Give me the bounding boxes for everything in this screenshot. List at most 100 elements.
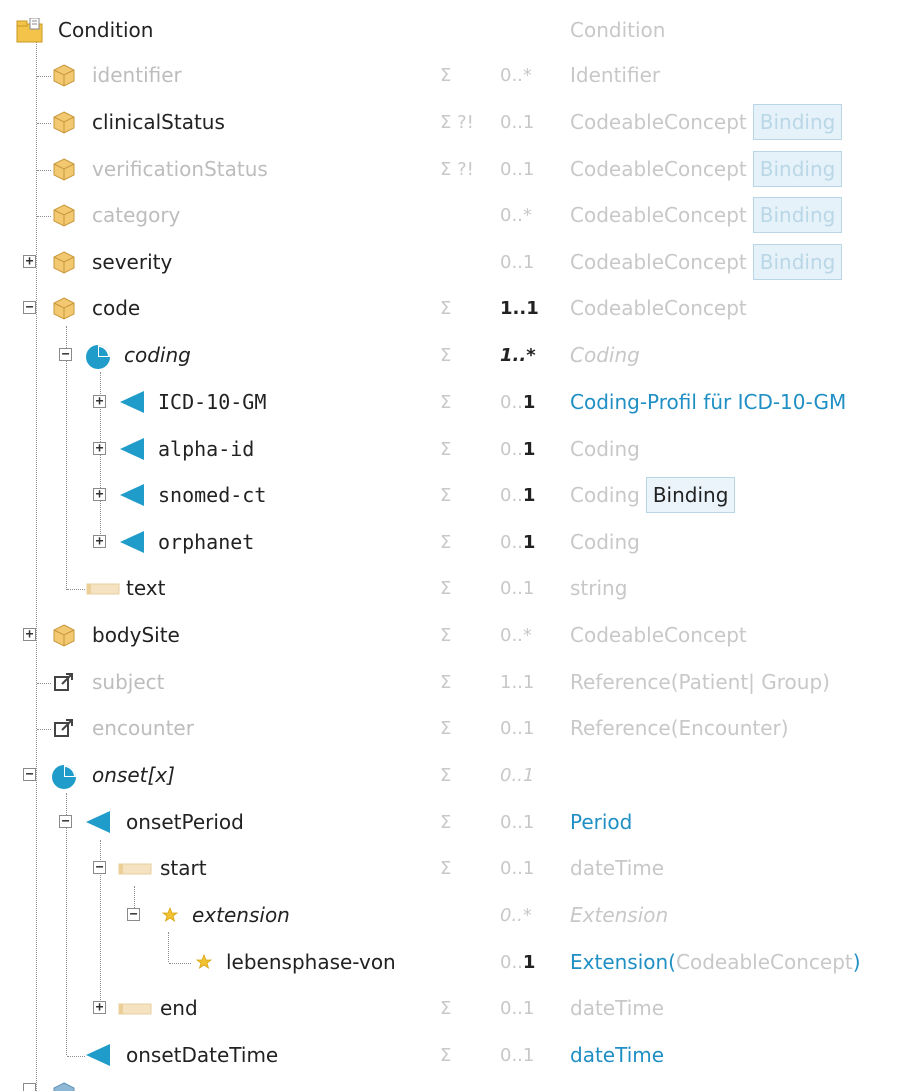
element-cardinality: 0..1 [500, 519, 562, 566]
element-type: CodeableConcept [570, 296, 747, 320]
tree-row-onset[interactable]: − onset[x] Σ 0..1 [0, 752, 910, 799]
slice-item-icon [84, 1043, 110, 1067]
element-type: Condition [570, 18, 666, 42]
type-label: CodeableConcept [570, 110, 747, 134]
element-type-link[interactable]: Coding-Profil für ICD-10-GM [570, 379, 846, 426]
element-flags: Σ ?! [440, 112, 474, 133]
element-flags: Σ [440, 439, 452, 460]
binding-button[interactable]: Binding [752, 243, 843, 280]
tree-row-bodysite[interactable]: + bodySite Σ 0..* CodeableConcept [0, 612, 910, 659]
tree-row-encounter[interactable]: encounter Σ 0..1 Reference(Encounter) [0, 705, 910, 752]
element-cardinality: 0..1 [500, 472, 562, 519]
cardinality-max: 1 [522, 532, 536, 553]
element-flags: Σ [440, 1045, 452, 1066]
element-name: text [126, 576, 166, 600]
tree-row-coding[interactable]: − coding Σ 1..* Coding [0, 332, 910, 379]
collapse-toggle[interactable]: − [59, 348, 72, 361]
extension-icon [158, 903, 182, 927]
element-type-link[interactable]: Period [570, 799, 632, 846]
expand-toggle[interactable]: + [23, 255, 36, 268]
expand-toggle[interactable]: + [23, 628, 36, 641]
element-name: severity [92, 250, 173, 274]
tree-row-end[interactable]: + end Σ 0..1 dateTime [0, 985, 910, 1032]
element-type: Extension [570, 903, 669, 927]
primitive-icon [118, 856, 152, 880]
element-type: Reference(Encounter) [570, 716, 789, 740]
element-name: onsetPeriod [126, 810, 244, 834]
tree-row-code[interactable]: − code Σ 1..1 CodeableConcept [0, 285, 910, 332]
tree-row-condition[interactable]: Condition Condition [0, 7, 910, 54]
cardinality-max: 1 [522, 485, 536, 506]
element-flags: Σ [440, 765, 452, 786]
collapse-toggle[interactable]: − [127, 908, 140, 921]
expand-toggle[interactable]: + [93, 395, 106, 408]
element-type-link[interactable]: dateTime [570, 1032, 664, 1079]
tree-row-identifier[interactable]: identifier Σ 0..* Identifier [0, 52, 910, 99]
tree-row-text[interactable]: text Σ 0..1 string [0, 565, 910, 612]
collapse-toggle[interactable]: − [93, 861, 106, 874]
element-name: coding [124, 343, 191, 367]
element-cardinality: 0..1 [500, 939, 562, 986]
element-name: encounter [92, 716, 194, 740]
tree-row-severity[interactable]: + severity 0..1 CodeableConcept Binding [0, 239, 910, 286]
element-type: Identifier [570, 63, 661, 87]
element-cardinality: 0..1 [500, 765, 535, 786]
collapse-toggle[interactable]: − [23, 301, 36, 314]
element-flags: Σ [440, 298, 452, 319]
tree-row-partial [0, 1079, 910, 1091]
element-name: onset[x] [92, 763, 175, 787]
element-type: Coding [570, 530, 640, 554]
element-name: extension [192, 903, 290, 927]
binding-button[interactable]: Binding [752, 150, 843, 187]
element-name: Condition [58, 18, 154, 42]
tree-row-category[interactable]: category 0..* CodeableConcept Binding [0, 192, 910, 239]
binding-button[interactable]: Binding [752, 103, 843, 140]
expand-toggle[interactable]: + [93, 1001, 106, 1014]
element-cardinality: 0..1 [500, 998, 535, 1019]
collapse-toggle[interactable]: − [23, 768, 36, 781]
tree-row-icd-10-gm[interactable]: + ICD-10-GM Σ 0..1 Coding-Profil für ICD… [0, 379, 910, 426]
element-cardinality: 0..1 [500, 1045, 535, 1066]
element-name: snomed-ct [158, 483, 267, 507]
element-type: Coding [570, 343, 640, 367]
tree-row-start[interactable]: − start Σ 0..1 dateTime [0, 845, 910, 892]
element-flags: Σ [440, 392, 452, 413]
tree-row-clinicalstatus[interactable]: clinicalStatus Σ ?! 0..1 CodeableConcept… [0, 99, 910, 146]
element-type: Reference(Patient| Group) [570, 670, 830, 694]
element-icon [52, 63, 76, 87]
structure-tree: Condition Condition identifier Σ 0..* Id… [0, 0, 910, 1091]
cardinality-max: 1 [522, 392, 536, 413]
cardinality-value: 1..* [500, 345, 536, 366]
element-cardinality: 0..* [500, 905, 532, 926]
element-type-link[interactable]: Extension(CodeableConcept) [570, 939, 861, 986]
tree-row-subject[interactable]: subject Σ 1..1 Reference(Patient| Group) [0, 659, 910, 706]
tree-row-orphanet[interactable]: + orphanet Σ 0..1 Coding [0, 519, 910, 566]
element-icon [52, 1081, 76, 1091]
binding-button[interactable]: Binding [645, 476, 736, 513]
element-cardinality: 0..1 [500, 112, 535, 133]
cardinality-min: 0.. [500, 952, 523, 973]
tree-row-onsetperiod[interactable]: − onsetPeriod Σ 0..1 Period [0, 799, 910, 846]
tree-row-lebensphase-von[interactable]: lebensphase-von 0..1 Extension(CodeableC… [0, 939, 910, 986]
collapse-toggle[interactable]: − [59, 815, 72, 828]
tree-row-onsetdatetime[interactable]: onsetDateTime Σ 0..1 dateTime [0, 1032, 910, 1079]
element-cardinality: 0..1 [500, 252, 535, 273]
tree-row-verificationstatus[interactable]: verificationStatus Σ ?! 0..1 CodeableCon… [0, 146, 910, 193]
type-label: Coding [570, 483, 640, 507]
tree-row-extension[interactable]: − extension 0..* Extension [0, 892, 910, 939]
expand-toggle[interactable]: + [93, 488, 106, 501]
element-cardinality: 1..1 [500, 285, 562, 332]
cardinality-min: 0.. [500, 439, 523, 460]
expand-toggle[interactable] [23, 1083, 36, 1091]
expand-toggle[interactable]: + [93, 442, 106, 455]
tree-row-alpha-id[interactable]: + alpha-id Σ 0..1 Coding [0, 426, 910, 473]
primitive-icon [118, 996, 152, 1020]
expand-toggle[interactable]: + [93, 535, 106, 548]
element-cardinality: 0..1 [500, 858, 535, 879]
reference-icon [52, 716, 76, 740]
element-flags: Σ [440, 718, 452, 739]
element-name: identifier [92, 63, 182, 87]
binding-button[interactable]: Binding [752, 196, 843, 233]
tree-row-snomed-ct[interactable]: + snomed-ct Σ 0..1 Coding Binding [0, 472, 910, 519]
element-name: code [92, 296, 141, 320]
